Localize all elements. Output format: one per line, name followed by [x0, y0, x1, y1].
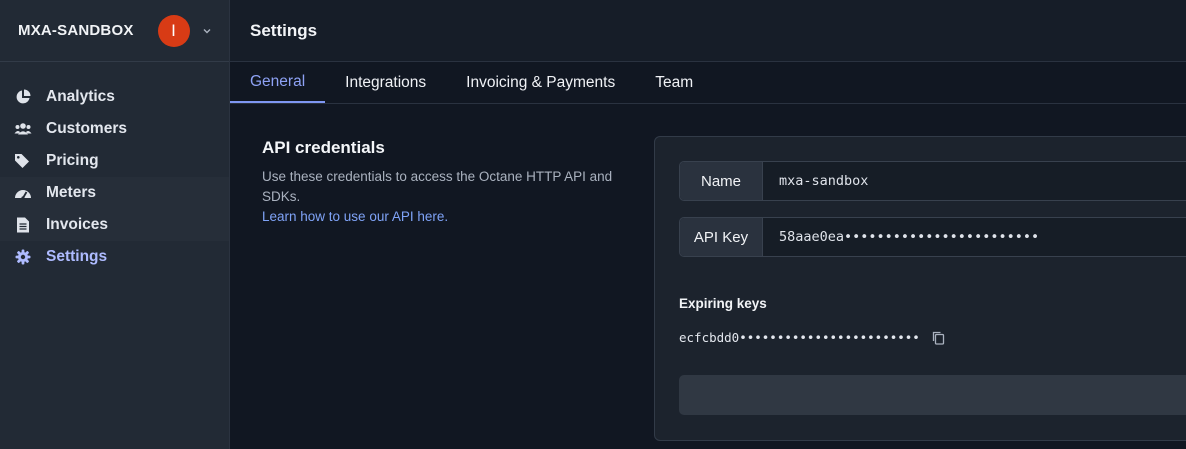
expiring-key-row: ecfcbdd0••••••••••••••••••••••••	[679, 330, 946, 345]
sidebar-item-label: Invoices	[46, 216, 109, 233]
sidebar-item-label: Meters	[46, 184, 96, 201]
org-name: MXA-SANDBOX	[18, 22, 134, 39]
users-icon	[14, 120, 32, 138]
api-key-field: API Key 58aae0ea••••••••••••••••••••••••	[679, 217, 1186, 257]
tab-invoicing-payments[interactable]: Invoicing & Payments	[446, 62, 635, 103]
sidebar-item-label: Settings	[46, 248, 108, 265]
sidebar-item-label: Customers	[46, 120, 127, 137]
api-credentials-section: API credentials Use these credentials to…	[262, 138, 642, 227]
generate-key-bar[interactable]	[679, 375, 1186, 415]
document-icon	[14, 216, 32, 234]
sidebar-item-settings[interactable]: Settings	[0, 241, 229, 273]
tag-icon	[14, 152, 32, 170]
section-title: API credentials	[262, 138, 385, 157]
sidebar: MXA-SANDBOX I Analytics Customers Pricin…	[0, 0, 230, 449]
pie-chart-icon	[14, 88, 32, 106]
copy-icon[interactable]	[932, 331, 946, 345]
name-field: Name mxa-sandbox	[679, 161, 1186, 201]
expiring-key-value: ecfcbdd0••••••••••••••••••••••••	[679, 330, 920, 345]
section-description: Use these credentials to access the Octa…	[262, 169, 613, 204]
gauge-icon	[14, 184, 32, 202]
tab-team[interactable]: Team	[635, 62, 713, 103]
sidebar-item-customers[interactable]: Customers	[0, 113, 229, 145]
tab-general[interactable]: General	[230, 62, 326, 103]
avatar[interactable]: I	[157, 14, 190, 47]
api-key-label: API Key	[680, 218, 763, 256]
sidebar-item-invoices[interactable]: Invoices	[0, 209, 229, 241]
sidebar-item-label: Analytics	[46, 88, 115, 105]
settings-tabs: General Integrations Invoicing & Payment…	[230, 62, 1186, 104]
expiring-keys-title: Expiring keys	[679, 296, 767, 311]
gear-icon	[14, 248, 32, 266]
api-docs-link[interactable]: Learn how to use our API here.	[262, 209, 448, 224]
api-key-value[interactable]: 58aae0ea••••••••••••••••••••••••	[763, 218, 1039, 256]
page-title: Settings	[250, 20, 318, 40]
credentials-card: Name mxa-sandbox API Key 58aae0ea•••••••…	[654, 136, 1186, 441]
page-header: Settings	[230, 0, 1186, 62]
chevron-down-icon[interactable]	[202, 26, 212, 36]
sidebar-item-pricing[interactable]: Pricing	[0, 145, 229, 177]
sidebar-nav: Analytics Customers Pricing Meters Invoi…	[0, 62, 229, 273]
sidebar-item-meters[interactable]: Meters	[0, 177, 229, 209]
tab-integrations[interactable]: Integrations	[325, 62, 446, 103]
sidebar-item-label: Pricing	[46, 152, 99, 169]
sidebar-item-analytics[interactable]: Analytics	[0, 81, 229, 113]
name-label: Name	[680, 162, 763, 200]
name-value[interactable]: mxa-sandbox	[763, 162, 868, 200]
org-switcher[interactable]: MXA-SANDBOX I	[0, 0, 229, 62]
